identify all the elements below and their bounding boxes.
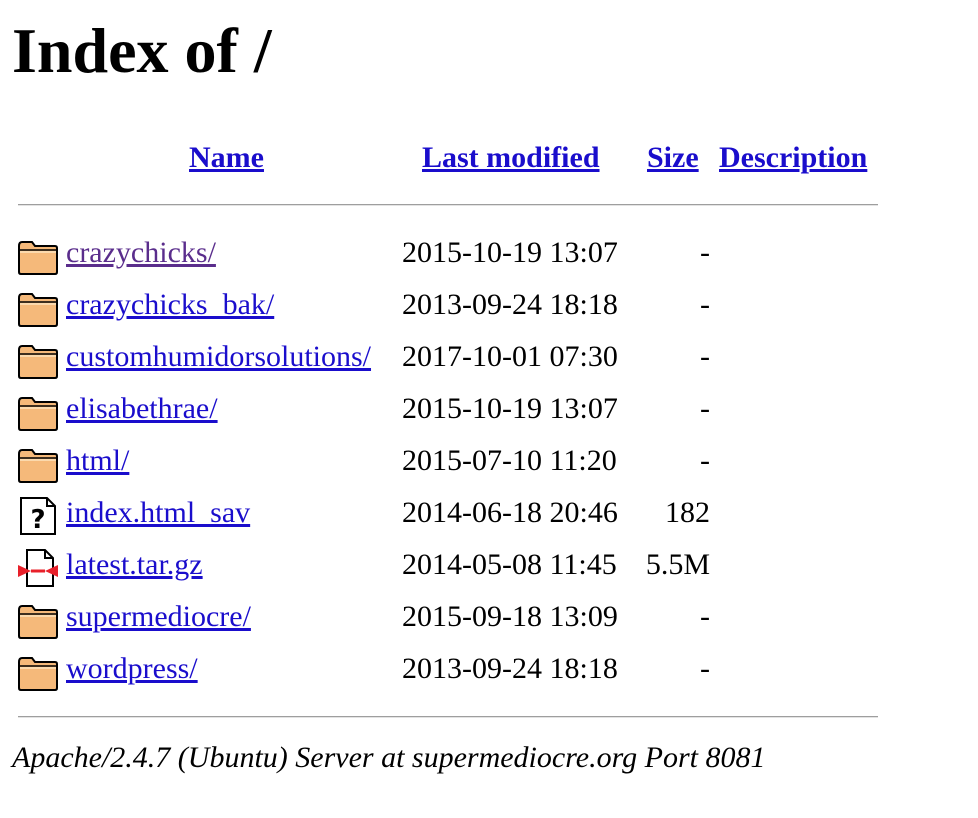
sort-by-name-link[interactable]: Name: [189, 141, 264, 174]
folder-icon: [17, 289, 59, 327]
compressed-file-icon: [17, 549, 59, 587]
column-header-description[interactable]: Description: [719, 138, 867, 178]
file-row: wordpress/2013-09-24 18:18 -: [0, 649, 978, 701]
last-modified: 2014-05-08 11:45: [402, 548, 617, 581]
file-size: 5.5M: [645, 548, 710, 581]
file-link[interactable]: customhumidorsolutions/: [66, 337, 371, 377]
file-row: supermediocre/2015-09-18 13:09 -: [0, 597, 978, 649]
page-title: Index of /: [12, 15, 272, 86]
file-row: html/2015-07-10 11:20 -: [0, 441, 978, 493]
column-header-last-modified[interactable]: Last modified: [422, 138, 600, 178]
folder-icon: [17, 601, 59, 639]
folder-icon: [17, 653, 59, 691]
file-link[interactable]: html/: [66, 441, 129, 481]
sort-by-description-link[interactable]: Description: [719, 141, 867, 174]
last-modified: 2017-10-01 07:30: [402, 340, 618, 373]
column-header-name[interactable]: Name: [189, 138, 264, 178]
file-size: -: [700, 288, 710, 321]
file-size: -: [700, 444, 710, 477]
folder-icon: [17, 445, 59, 483]
file-link[interactable]: wordpress/: [66, 649, 198, 689]
svg-text:?: ?: [30, 505, 45, 535]
file-size: -: [700, 236, 710, 269]
footer-divider: [18, 716, 878, 718]
file-link[interactable]: supermediocre/: [66, 597, 251, 637]
last-modified: 2015-07-10 11:20: [402, 444, 617, 477]
unknown-file-icon: ?: [17, 497, 59, 535]
file-size: -: [700, 340, 710, 373]
server-signature: Apache/2.4.7 (Ubuntu) Server at supermed…: [12, 741, 766, 774]
folder-icon: [17, 393, 59, 431]
last-modified: 2013-09-24 18:18: [402, 288, 618, 321]
file-link[interactable]: latest.tar.gz: [66, 545, 203, 585]
column-header-size[interactable]: Size: [647, 138, 699, 178]
file-link[interactable]: elisabethrae/: [66, 389, 218, 429]
last-modified: 2013-09-24 18:18: [402, 652, 618, 685]
file-size: -: [700, 652, 710, 685]
file-size: -: [700, 600, 710, 633]
header-divider: [18, 204, 878, 206]
file-row: latest.tar.gz 2014-05-08 11:45 5.5M: [0, 545, 978, 597]
file-row: customhumidorsolutions/2017-10-01 07:30 -: [0, 337, 978, 389]
last-modified: 2015-10-19 13:07: [402, 392, 618, 425]
sort-by-last-modified-link[interactable]: Last modified: [422, 141, 600, 174]
last-modified: 2015-09-18 13:09: [402, 600, 618, 633]
last-modified: 2015-10-19 13:07: [402, 236, 618, 269]
file-row: ? index.html_sav 2014-06-18 20:46 182: [0, 493, 978, 545]
file-link[interactable]: index.html_sav: [66, 493, 250, 533]
file-size: -: [700, 392, 710, 425]
folder-icon: [17, 237, 59, 275]
file-row: elisabethrae/2015-10-19 13:07 -: [0, 389, 978, 441]
file-row: crazychicks/2015-10-19 13:07 -: [0, 233, 978, 285]
file-link[interactable]: crazychicks_bak/: [66, 285, 274, 325]
last-modified: 2014-06-18 20:46: [402, 496, 618, 529]
file-link[interactable]: crazychicks/: [66, 233, 216, 273]
folder-icon: [17, 341, 59, 379]
file-size: 182: [665, 496, 710, 529]
file-row: crazychicks_bak/2013-09-24 18:18 -: [0, 285, 978, 337]
sort-by-size-link[interactable]: Size: [647, 141, 699, 174]
